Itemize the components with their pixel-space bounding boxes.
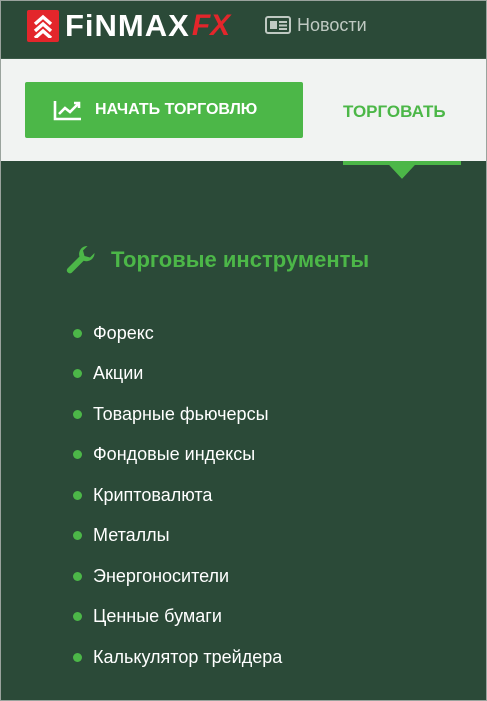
bullet-dot: [73, 571, 82, 581]
list-item-stocks[interactable]: Акции: [73, 354, 282, 395]
wrench-icon: [66, 246, 95, 274]
list-item-label: Акции: [93, 363, 144, 384]
list-item-futures[interactable]: Товарные фьючерсы: [73, 394, 282, 435]
bullet-dot: [73, 612, 82, 622]
news-label: Новости: [297, 14, 367, 35]
bullet-dot: [73, 531, 82, 541]
bullet-dot: [73, 328, 82, 338]
instruments-list: Форекс Акции Товарные фьючерсы Фондовые …: [73, 313, 282, 678]
logo-chevrons-icon: [27, 10, 59, 42]
list-item-label: Фондовые индексы: [93, 444, 256, 465]
trending-chart-icon: [53, 101, 81, 121]
list-item-label: Ценные бумаги: [93, 606, 222, 627]
list-item-forex[interactable]: Форекс: [73, 313, 282, 354]
list-item-metals[interactable]: Металлы: [73, 516, 282, 557]
start-trading-label: НАЧАТЬ ТОРГОВЛЮ: [95, 101, 258, 118]
list-item-label: Товарные фьючерсы: [93, 403, 269, 424]
start-trading-button[interactable]: НАЧАТЬ ТОРГОВЛЮ: [25, 82, 303, 138]
top-bar: FiNMAX FX Новости: [1, 1, 486, 59]
list-item-securities[interactable]: Ценные бумаги: [73, 597, 282, 638]
list-item-label: Криптовалюта: [93, 484, 213, 505]
list-item-crypto[interactable]: Криптовалюта: [73, 475, 282, 516]
news-link[interactable]: Новости: [265, 13, 367, 37]
list-item-label: Форекс: [93, 322, 154, 343]
tab-trade[interactable]: ТОРГОВАТЬ: [343, 102, 446, 122]
list-item-label: Металлы: [93, 525, 170, 546]
bullet-dot: [73, 652, 82, 662]
bullet-dot: [73, 490, 82, 500]
logo-suffix: FX: [191, 9, 231, 42]
list-item-indices[interactable]: Фондовые индексы: [73, 435, 282, 476]
brand-logo[interactable]: FiNMAX FX: [27, 9, 230, 43]
active-tab-pointer: [343, 161, 461, 182]
section-header: Торговые инструменты: [65, 244, 369, 276]
newspaper-icon: [265, 16, 291, 34]
list-item-label: Энергоносители: [93, 565, 230, 586]
list-item-label: Калькулятор трейдера: [93, 646, 283, 667]
list-item-energy[interactable]: Энергоносители: [73, 556, 282, 597]
app-frame: FiNMAX FX Новости НАЧАТЬ ТОРГОВЛЮ ТОРГОВ…: [0, 0, 487, 701]
list-item-calculator[interactable]: Калькулятор трейдера: [73, 637, 282, 678]
bullet-dot: [73, 450, 82, 460]
section-title: Торговые инструменты: [111, 247, 370, 272]
logo-text: FiNMAX: [65, 8, 190, 43]
bullet-dot: [73, 409, 82, 419]
bullet-dot: [73, 369, 82, 379]
